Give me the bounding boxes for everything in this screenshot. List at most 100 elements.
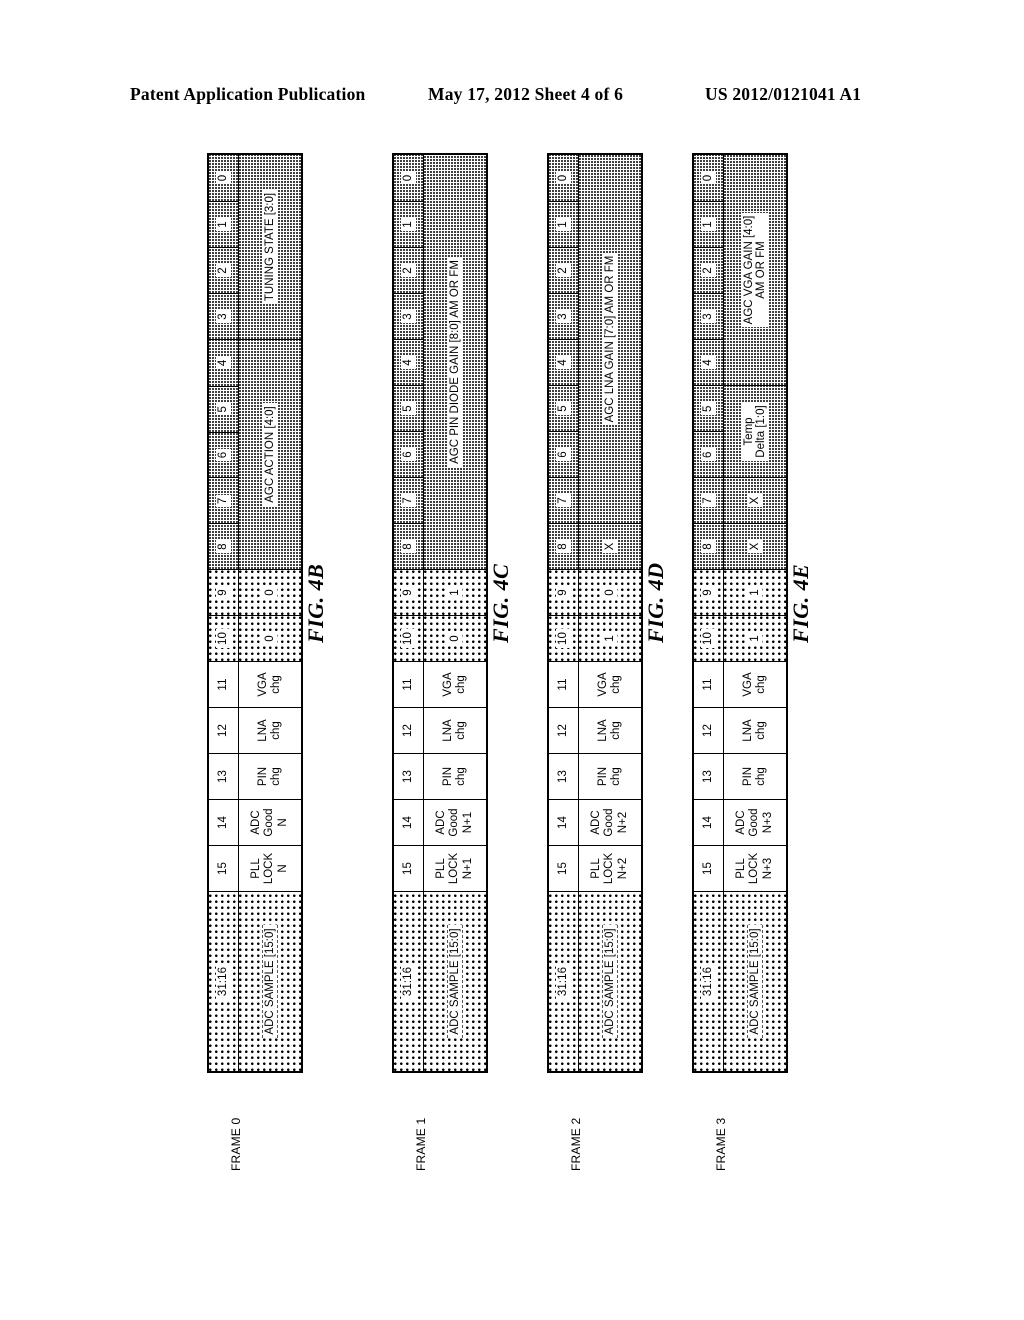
field-value: PIN chg xyxy=(741,766,767,787)
bit-number-label: 2 xyxy=(701,264,716,277)
bit-number-cell: 31:16 xyxy=(209,892,238,1071)
bit-number-label: 13 xyxy=(557,770,570,783)
bit-number-cell: 9 xyxy=(209,570,238,615)
bitfield-value-cell: VGA chg xyxy=(724,662,786,707)
bit-number-row: 7 xyxy=(694,478,724,523)
bit-number-label: 15 xyxy=(402,862,415,875)
bitfield-value-cell: 1 xyxy=(424,570,486,615)
bitfield-value-cell: LNA chg xyxy=(724,708,786,753)
bitfield-value-cell: ADC SAMPLE [15:0] xyxy=(579,892,641,1071)
bit-number-cell: 6 xyxy=(549,431,578,477)
bit-number-label: 10 xyxy=(216,629,231,648)
bit-number-row: 15 xyxy=(209,846,239,891)
frame-label: FRAME 1 xyxy=(414,1117,428,1171)
bit-number-label: 5 xyxy=(401,402,416,415)
bit-number-label: 13 xyxy=(402,770,415,783)
bitfield-value-cell: PIN chg xyxy=(724,754,786,799)
field-value: X xyxy=(747,493,763,508)
figure-caption: FIG. 4B xyxy=(303,563,328,643)
bit-number-cell: 4 xyxy=(394,339,423,385)
bitfield-column: 7 6 5 4 3 2 1 0 AGC LNA GAIN [7:0] AM OR FM xyxy=(549,155,641,523)
bitfield-column: 4 3 2 1 0 AGC VGA GAIN [4:0] AM OR FM xyxy=(694,155,786,385)
bit-number-label: 1 xyxy=(556,218,571,231)
field-value: 0 xyxy=(262,632,278,645)
bit-number-label: 8 xyxy=(401,540,416,553)
bit-number-cell: 2 xyxy=(209,247,238,293)
bit-number-cell: 8 xyxy=(694,524,723,569)
figure-caption: FIG. 4D xyxy=(643,562,668,643)
bit-number-row: 11 xyxy=(694,662,724,707)
bit-number-label: 5 xyxy=(556,402,571,415)
bit-number-label: 3 xyxy=(701,310,716,323)
bit-number-cell: 8 xyxy=(209,523,238,569)
header-patent-number: US 2012/0121041 A1 xyxy=(705,84,862,104)
field-value: ADC Good N+3 xyxy=(735,808,774,837)
bit-number-cell: 14 xyxy=(694,800,723,845)
bitfield-value-cell: 0 xyxy=(239,570,301,615)
field-value: Temp Delta [1:0] xyxy=(741,402,769,461)
field-value: X xyxy=(747,539,763,554)
bit-number-label: 10 xyxy=(401,629,416,648)
bit-number-label: 15 xyxy=(217,862,230,875)
bitfield-value-cell: PIN chg xyxy=(579,754,641,799)
bitfield-column: 11 VGA chg xyxy=(394,661,486,707)
bitfield-value-cell: 0 xyxy=(424,616,486,661)
frame-label: FRAME 0 xyxy=(229,1117,243,1171)
bit-number-row: 11 xyxy=(209,662,239,707)
bit-number-label: 7 xyxy=(556,494,571,507)
bit-number-label: 4 xyxy=(701,356,716,369)
bit-number-row: 4 3 2 1 0 xyxy=(694,155,724,385)
field-value: AGC VGA GAIN [4:0] AM OR FM xyxy=(741,212,769,328)
bitfield-value-cell: VGA chg xyxy=(424,662,486,707)
bit-number-row: 31:16 xyxy=(209,892,239,1071)
bit-number-cell: 7 xyxy=(394,477,423,523)
bit-number-cell: 9 xyxy=(394,570,423,615)
bit-number-row: 11 xyxy=(394,662,424,707)
bit-number-cell: 0 xyxy=(394,155,423,201)
bit-number-label: 0 xyxy=(401,171,416,185)
frame-bitfield-table: 31:16 ADC SAMPLE [15:0] 15 PLL LOCK N 14 ADC Goo… xyxy=(207,153,303,1073)
bit-number-label: 4 xyxy=(401,356,416,369)
bit-number-cell: 11 xyxy=(694,662,723,707)
bitfield-column: 12 LNA chg xyxy=(209,707,301,753)
bitfield-value-cell: AGC PIN DIODE GAIN [8:0] AM OR FM xyxy=(424,155,486,569)
bit-number-row: 7 6 5 4 3 2 1 0 xyxy=(549,155,579,523)
field-value: 1 xyxy=(747,632,763,645)
figure-caption: FIG. 4E xyxy=(788,563,813,643)
bitfield-column: 31:16 ADC SAMPLE [15:0] xyxy=(209,891,301,1071)
bit-number-row: 31:16 xyxy=(394,892,424,1071)
bitfield-column: 31:16 ADC SAMPLE [15:0] xyxy=(549,891,641,1071)
bit-number-label: 14 xyxy=(217,816,230,829)
field-value: ADC SAMPLE [15:0] xyxy=(446,925,464,1038)
bit-number-cell: 15 xyxy=(694,846,723,891)
bitfield-column: 12 LNA chg xyxy=(549,707,641,753)
bitfield-value-cell: PLL LOCK N+3 xyxy=(724,846,786,891)
bitfield-value-cell: PIN chg xyxy=(424,754,486,799)
field-value: PLL LOCK N+1 xyxy=(435,852,474,885)
bit-number-cell: 2 xyxy=(694,247,723,293)
bitfield-column: 10 0 xyxy=(209,615,301,661)
bit-number-row: 12 xyxy=(209,708,239,753)
bit-number-cell: 9 xyxy=(694,570,723,615)
bit-number-cell: 12 xyxy=(549,708,578,753)
bitfield-value-cell: PLL LOCK N+1 xyxy=(424,846,486,891)
bit-number-cell: 12 xyxy=(694,708,723,753)
bit-number-label: 0 xyxy=(556,171,571,185)
bit-number-cell: 8 xyxy=(394,523,423,569)
bitfield-column: 8X xyxy=(549,523,641,569)
bit-number-label: 9 xyxy=(701,586,716,599)
bit-number-label: 3 xyxy=(556,310,571,323)
bitfield-value-cell: PLL LOCK N+2 xyxy=(579,846,641,891)
bitfield-column: 8 7 6 5 4 AGC ACTION [4:0] xyxy=(209,339,301,569)
bit-number-cell: 11 xyxy=(209,662,238,707)
bitfield-value-cell: 0 xyxy=(239,616,301,661)
bit-number-label: 9 xyxy=(401,586,416,599)
bit-number-row: 31:16 xyxy=(549,892,579,1071)
bit-number-cell: 31:16 xyxy=(694,892,723,1071)
bitfield-value-cell: X xyxy=(579,524,641,569)
bitfield-column: 90 xyxy=(209,569,301,615)
bit-number-cell: 5 xyxy=(549,385,578,431)
bitfield-value-cell: ADC SAMPLE [15:0] xyxy=(239,892,301,1071)
field-value: 0 xyxy=(262,586,278,599)
bit-number-row: 9 xyxy=(549,570,579,615)
